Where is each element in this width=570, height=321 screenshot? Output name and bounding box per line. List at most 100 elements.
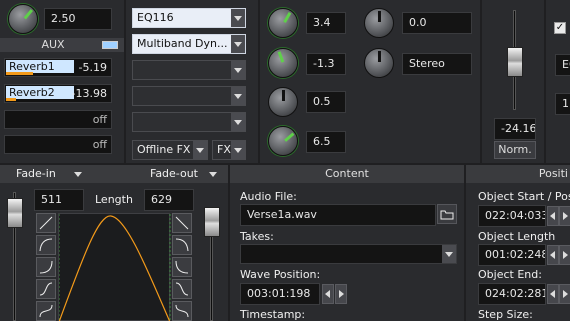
object-start-increment[interactable] — [559, 206, 570, 226]
wave-position-increment[interactable] — [335, 284, 347, 304]
aux-send-2-name: Reverb2 — [6, 86, 74, 99]
offline-fx-label: Offline FX — [137, 143, 191, 156]
fade-in-chevron-down-icon[interactable] — [74, 172, 82, 177]
aux-send-1[interactable]: Reverb1 -5.19 — [4, 58, 112, 77]
aux-send-4[interactable]: off — [4, 135, 112, 154]
folder-button[interactable] — [437, 204, 457, 224]
aux-knob[interactable] — [8, 4, 38, 34]
fade-in-scurve-button[interactable] — [36, 279, 56, 299]
offline-fx-dropdown[interactable]: Offline FX — [132, 140, 208, 160]
knob-5[interactable] — [364, 8, 394, 38]
fx-label: FX — [217, 143, 231, 156]
fade-in-exp-button[interactable] — [36, 257, 56, 277]
fx-slot-1[interactable]: EQ116 — [132, 8, 246, 28]
object-start-decrement[interactable] — [547, 206, 559, 226]
audio-file-field[interactable]: Verse1a.wav — [240, 204, 436, 226]
exp-curve-icon — [175, 260, 189, 274]
object-end-label: Object End: — [478, 268, 542, 281]
content-header: Content — [230, 165, 464, 183]
exp-curve-icon — [39, 260, 53, 274]
s-curve-icon — [175, 282, 189, 296]
knob-4-value[interactable]: 6.5 — [306, 131, 346, 153]
chevron-down-icon — [231, 61, 245, 79]
chevron-down-icon — [193, 141, 207, 159]
aux-send-2[interactable]: Reverb2 -13.98 — [4, 84, 112, 103]
log-curve-icon — [39, 238, 53, 252]
knob-1-value[interactable]: 3.4 — [306, 12, 346, 34]
aux-send-3-value: off — [92, 113, 107, 126]
fx-dropdown[interactable]: FX — [212, 140, 246, 160]
knob-5-value[interactable]: 0.0 — [402, 12, 472, 34]
fx-slot-1-label: EQ116 — [137, 11, 174, 24]
object-start-label: Object Start / Posi — [478, 190, 570, 203]
folder-icon — [440, 210, 454, 220]
knob-3[interactable] — [268, 87, 298, 117]
fade-out-chevron-down-icon[interactable] — [209, 172, 217, 177]
chevron-down-icon — [231, 141, 245, 159]
wave-position-field[interactable]: 003:01:198 — [240, 283, 320, 305]
fade-curve — [59, 214, 171, 321]
aux-knob-value[interactable]: 2.50 — [44, 8, 112, 30]
sine-curve-icon — [39, 304, 53, 318]
fx-slot-2-label: Multiband Dyn... — [137, 37, 228, 50]
fade-out-slider-handle[interactable] — [204, 207, 220, 237]
step-size-label: Step Size: — [478, 308, 533, 321]
wave-position-label: Wave Position: — [240, 268, 321, 281]
linear-curve-icon — [39, 216, 53, 230]
chevron-down-icon — [442, 245, 456, 263]
object-end-decrement[interactable] — [547, 284, 559, 304]
aux-send-2-value: -13.98 — [71, 87, 107, 100]
position-header: Positi — [466, 165, 570, 183]
knob-1[interactable] — [268, 8, 298, 38]
sine-curve-icon — [175, 304, 189, 318]
right-strip-field-1[interactable]: EQ — [555, 54, 570, 76]
audio-file-label: Audio File: — [240, 190, 297, 203]
takes-dropdown[interactable] — [240, 244, 457, 264]
checkbox[interactable]: ✓ — [554, 22, 566, 34]
fx-slot-3[interactable] — [132, 60, 246, 80]
fade-in-field[interactable]: 511 — [34, 189, 84, 211]
fade-out-label: Fade-out — [150, 167, 198, 180]
fx-slot-2[interactable]: Multiband Dyn... — [132, 34, 246, 54]
object-length-increment[interactable] — [559, 245, 570, 265]
knob-6[interactable] — [364, 48, 394, 78]
object-length-decrement[interactable] — [547, 245, 559, 265]
fade-out-field[interactable]: 629 — [144, 189, 194, 211]
chevron-down-icon — [231, 87, 245, 105]
knob-2-value[interactable]: -1.3 — [306, 53, 346, 75]
fx-slot-5[interactable] — [132, 112, 246, 132]
fade-out-log-button[interactable] — [172, 235, 192, 255]
fx-slot-4[interactable] — [132, 86, 246, 106]
aux-send-4-value: off — [92, 138, 107, 151]
fade-curve-editor[interactable] — [58, 213, 171, 321]
fade-in-linear-button[interactable] — [36, 213, 56, 233]
wave-position-decrement[interactable] — [322, 284, 334, 304]
object-end-field[interactable]: 024:02:281 — [478, 283, 546, 305]
fade-out-linear-button[interactable] — [172, 213, 192, 233]
fade-out-scurve-button[interactable] — [172, 279, 192, 299]
knob-3-value[interactable]: 0.5 — [306, 91, 346, 113]
fade-in-sine-button[interactable] — [36, 301, 56, 321]
fade-in-slider-handle[interactable] — [7, 198, 23, 228]
fade-in-log-button[interactable] — [36, 235, 56, 255]
aux-label: AUX — [41, 38, 65, 51]
length-label: Length — [95, 193, 133, 206]
volume-value[interactable]: -24.16 — [494, 118, 536, 140]
norm-button[interactable]: Norm. — [494, 141, 536, 159]
fade-in-label: Fade-in — [16, 167, 56, 180]
knob-2[interactable] — [268, 48, 298, 78]
object-end-increment[interactable] — [559, 284, 570, 304]
fade-out-sine-button[interactable] — [172, 301, 192, 321]
aux-toggle-button[interactable] — [102, 41, 118, 49]
fade-out-exp-button[interactable] — [172, 257, 192, 277]
aux-send-3[interactable]: off — [4, 110, 112, 129]
knob-6-value[interactable]: Stereo — [402, 53, 472, 75]
aux-send-2-level — [6, 98, 16, 101]
volume-fader-handle[interactable] — [507, 47, 523, 77]
knob-4[interactable] — [268, 126, 298, 156]
right-strip-field-2[interactable]: 11 — [555, 93, 570, 115]
aux-send-1-value: -5.19 — [78, 61, 107, 74]
object-start-field[interactable]: 022:04:033 — [478, 205, 546, 227]
object-length-field[interactable]: 001:02:248 — [478, 244, 546, 266]
object-length-label: Object Length — [478, 230, 556, 243]
